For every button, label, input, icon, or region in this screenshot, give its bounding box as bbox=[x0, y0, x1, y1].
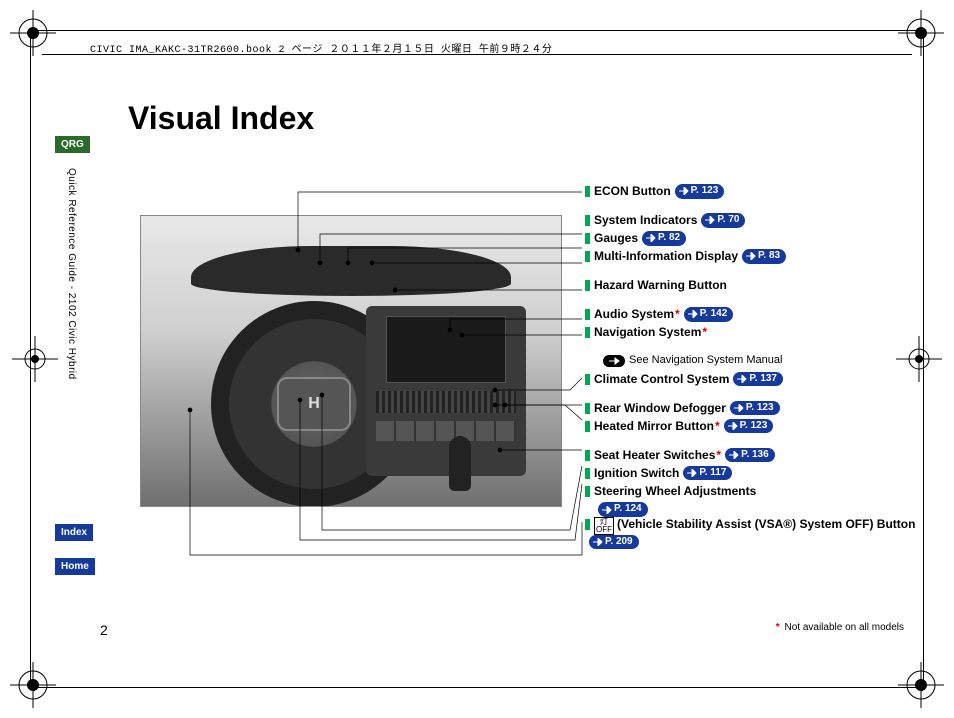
callout-label: Gauges bbox=[594, 231, 638, 246]
page-title: Visual Index bbox=[128, 100, 314, 137]
callout-marker-icon bbox=[585, 374, 590, 385]
page-ref-pill[interactable]: P. 82 bbox=[642, 231, 686, 246]
callout-label: Audio System bbox=[594, 307, 674, 322]
callout-item: Gauges P. 82 bbox=[585, 231, 935, 246]
callout-item: Climate Control System P. 137 bbox=[585, 372, 935, 387]
callout-label: ECON Button bbox=[594, 184, 671, 199]
footnote-text: Not available on all models bbox=[784, 622, 904, 633]
callout-label: System Indicators bbox=[594, 213, 697, 228]
callout-marker-icon bbox=[585, 233, 590, 244]
star-icon: * bbox=[675, 307, 680, 322]
callout-marker-icon bbox=[585, 403, 590, 414]
document-header: CIVIC IMA_KAKC-31TR2600.book 2 ページ ２０１１年… bbox=[90, 40, 552, 56]
callout-label: Hazard Warning Button bbox=[594, 278, 727, 293]
page-ref-pill[interactable]: P. 123 bbox=[724, 419, 774, 434]
callout-marker-icon bbox=[585, 519, 590, 530]
callout-marker-icon bbox=[585, 309, 590, 320]
callout-item: Steering Wheel Adjustments bbox=[585, 484, 935, 499]
callout-item: Seat Heater Switches* P. 136 bbox=[585, 448, 935, 463]
honda-logo: H bbox=[277, 377, 351, 431]
vsa-off-icon: 灯OFF bbox=[594, 517, 614, 535]
callout-marker-icon bbox=[585, 327, 590, 338]
callout-item: Navigation System* bbox=[585, 325, 935, 340]
callout-label: Rear Window Defogger bbox=[594, 401, 726, 416]
dashboard-image: H bbox=[140, 215, 562, 507]
callout-marker-icon bbox=[585, 280, 590, 291]
side-caption: Quick Reference Guide - 2102 Civic Hybri… bbox=[66, 168, 77, 380]
callout-marker-icon bbox=[585, 251, 590, 262]
page-ref-pill[interactable]: P. 209 bbox=[589, 535, 639, 550]
registration-mark bbox=[898, 10, 944, 56]
page-number: 2 bbox=[100, 622, 108, 638]
registration-mark bbox=[10, 662, 56, 708]
registration-mark bbox=[898, 662, 944, 708]
page-ref-pill[interactable]: P. 137 bbox=[733, 372, 783, 387]
callout-item: Audio System* P. 142 bbox=[585, 307, 935, 322]
callout-item: ECON Button P. 123 bbox=[585, 184, 935, 199]
callout-page-row: P. 124 bbox=[594, 502, 944, 517]
callout-marker-icon bbox=[585, 450, 590, 461]
callout-item: Rear Window Defogger P. 123 bbox=[585, 401, 935, 416]
callout-label: Heated Mirror Button bbox=[594, 419, 714, 434]
page-ref-pill[interactable]: P. 117 bbox=[683, 466, 732, 481]
callout-label: Ignition Switch bbox=[594, 466, 679, 481]
callout-label: Seat Heater Switches bbox=[594, 448, 715, 463]
page-ref-pill[interactable]: P. 142 bbox=[684, 307, 734, 322]
callout-label: (Vehicle Stability Assist (VSA®) System … bbox=[617, 517, 915, 532]
callout-marker-icon bbox=[585, 186, 590, 197]
see-nav-text: See Navigation System Manual bbox=[629, 354, 782, 368]
callout-marker-icon bbox=[585, 421, 590, 432]
callout-marker-icon bbox=[585, 215, 590, 226]
callout-item: 灯OFF(Vehicle Stability Assist (VSA®) Sys… bbox=[585, 517, 935, 550]
callout-item: Heated Mirror Button* P. 123 bbox=[585, 419, 935, 434]
callout-label: Steering Wheel Adjustments bbox=[594, 484, 756, 499]
page-ref-pill[interactable]: P. 124 bbox=[598, 502, 648, 517]
page-ref-pill[interactable]: P. 136 bbox=[725, 448, 775, 463]
callout-marker-icon bbox=[585, 486, 590, 497]
callout-label: Climate Control System bbox=[594, 372, 729, 387]
tab-qrg[interactable]: QRG bbox=[55, 136, 90, 153]
star-icon: * bbox=[776, 622, 780, 633]
page-ref-pill[interactable]: P. 70 bbox=[701, 213, 745, 228]
star-icon: * bbox=[716, 448, 721, 463]
tab-index[interactable]: Index bbox=[55, 524, 93, 541]
star-icon: * bbox=[702, 325, 707, 340]
gear-shifter bbox=[449, 436, 471, 491]
footnote: * Not available on all models bbox=[775, 622, 904, 633]
callout-item: Ignition Switch P. 117 bbox=[585, 466, 935, 481]
callout-marker-icon bbox=[585, 468, 590, 479]
tab-home[interactable]: Home bbox=[55, 558, 95, 575]
star-icon: * bbox=[715, 419, 720, 434]
callout-label: Multi-Information Display bbox=[594, 249, 738, 264]
page-ref-pill[interactable]: P. 83 bbox=[742, 249, 786, 264]
callout-item: Multi-Information Display P. 83 bbox=[585, 249, 935, 264]
registration-mark bbox=[896, 336, 942, 382]
link-arrow-icon bbox=[603, 355, 625, 367]
see-nav-line: See Navigation System Manual bbox=[603, 354, 935, 368]
page-ref-pill[interactable]: P. 123 bbox=[730, 401, 780, 416]
registration-mark bbox=[10, 10, 56, 56]
center-stack bbox=[366, 306, 526, 476]
callouts-list: ECON Button P. 123 System Indicators P. 70 G… bbox=[585, 184, 935, 552]
callout-item: Hazard Warning Button bbox=[585, 278, 935, 293]
callout-label: Navigation System bbox=[594, 325, 701, 340]
registration-mark bbox=[12, 336, 58, 382]
callout-item: System Indicators P. 70 bbox=[585, 213, 935, 228]
page-ref-pill[interactable]: P. 123 bbox=[675, 184, 725, 199]
